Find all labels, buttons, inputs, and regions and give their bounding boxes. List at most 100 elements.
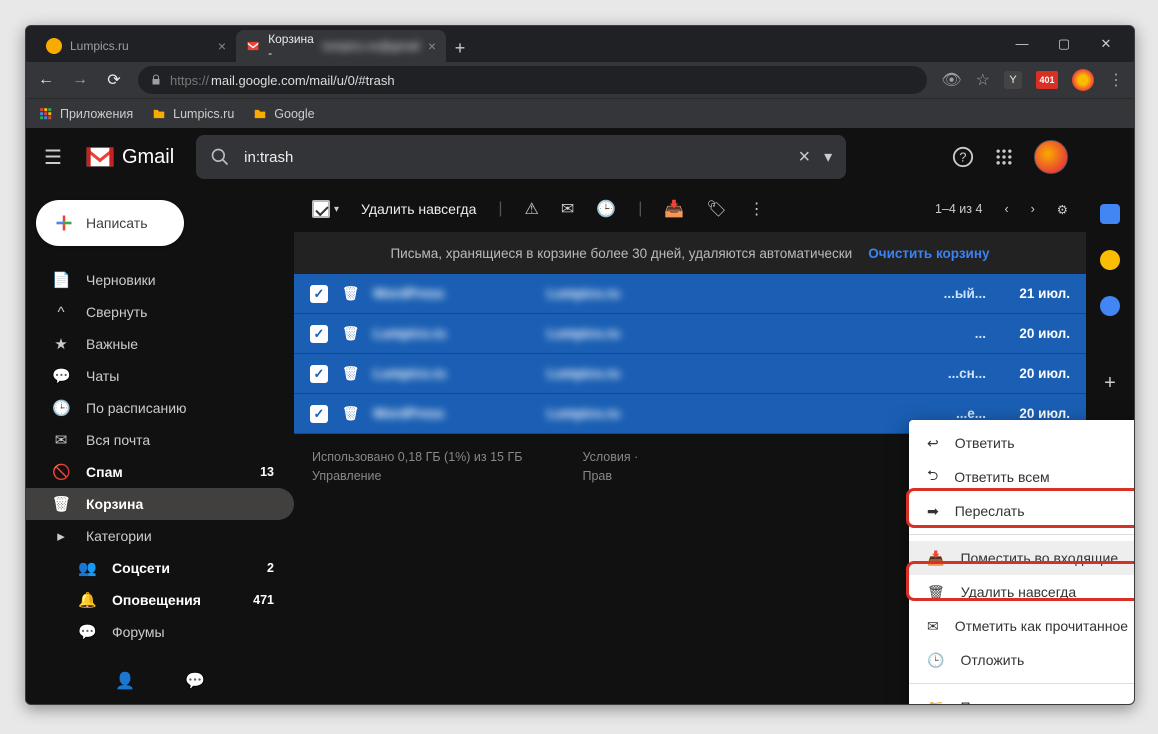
back-button[interactable]: ← (36, 71, 56, 89)
mail-row-1[interactable]: ✓🗑Lumpics.ruLumpics.ru...20 июл. (294, 314, 1086, 354)
account-avatar[interactable] (1034, 140, 1068, 174)
keep-addon-icon[interactable] (1100, 250, 1120, 270)
apps-grid-icon (38, 107, 54, 121)
gmail-ext-badge[interactable]: 401 (1036, 71, 1058, 89)
forward-button[interactable]: → (70, 71, 90, 89)
contacts-icon[interactable]: 👤 (115, 671, 135, 691)
help-icon[interactable]: ? (952, 146, 974, 168)
mail-row-2[interactable]: ✓🗑Lumpics.ruLumpics.ru...сн...20 июл. (294, 354, 1086, 394)
sidebar-item-10[interactable]: 🔔Оповещения471 (26, 584, 294, 616)
row-delete-icon[interactable]: 🗑 (342, 406, 359, 422)
ctx-move-to-inbox[interactable]: 📥Поместить во входящие (909, 541, 1135, 575)
hangouts-icon[interactable]: 💬 (185, 671, 205, 691)
reply-all-icon: ⮌ (927, 465, 938, 489)
prev-page-button[interactable]: ‹ (1004, 202, 1008, 216)
apps-button[interactable]: Приложения (38, 107, 133, 121)
manage-link[interactable]: Управление (312, 469, 382, 483)
sidebar-label: Важные (86, 336, 138, 352)
row-subject: Lumpics.ru (547, 286, 930, 301)
mail-row-0[interactable]: ✓🗑WordPressLumpics.ru...ый...21 июл. (294, 274, 1086, 314)
row-subject: Lumpics.ru (547, 366, 934, 381)
search-options-button[interactable]: ▾ (824, 147, 832, 167)
sidebar-label: Спам (86, 464, 123, 480)
move-to-icon[interactable]: 📥 (664, 199, 684, 219)
calendar-addon-icon[interactable] (1100, 204, 1120, 224)
row-checkbox[interactable]: ✓ (310, 405, 328, 423)
compose-button[interactable]: Написать (36, 200, 184, 246)
snooze-icon[interactable]: 🕒 (596, 199, 616, 219)
browser-tab-2[interactable]: Корзина - lumpics.xx@gmail × (236, 30, 446, 62)
sidebar-item-8[interactable]: ▸Категории (26, 520, 294, 552)
ext-y-icon[interactable]: Y (1004, 71, 1022, 89)
main-menu-button[interactable]: ☰ (44, 145, 62, 170)
close-icon[interactable]: × (428, 38, 436, 54)
people-icon: 👥 (78, 559, 96, 577)
next-page-button[interactable]: › (1031, 202, 1035, 216)
report-spam-icon[interactable]: ⚠ (525, 199, 539, 219)
row-delete-icon[interactable]: 🗑 (342, 286, 359, 302)
eye-icon[interactable]: 👁 (941, 70, 961, 90)
label-icon[interactable]: 🏷 (706, 199, 726, 219)
row-delete-icon[interactable]: 🗑 (342, 366, 359, 382)
sidebar-item-0[interactable]: 📄Черновики (26, 264, 294, 296)
bookmark-lumpics[interactable]: Lumpics.ru (151, 107, 234, 121)
select-all-checkbox[interactable]: ▾ (312, 200, 339, 218)
row-snippet: ... (975, 326, 986, 341)
maximize-button[interactable]: ▢ (1050, 36, 1078, 52)
sidebar-item-7[interactable]: 🗑Корзина (26, 488, 294, 520)
sidebar-item-3[interactable]: 💬Чаты (26, 360, 294, 392)
settings-gear-icon[interactable]: ⚙ (1057, 202, 1068, 217)
row-date: 21 июл. (1000, 286, 1070, 301)
apps-launcher-icon[interactable] (994, 147, 1014, 167)
sidebar-item-5[interactable]: ✉Вся почта (26, 424, 294, 456)
search-bar[interactable]: × ▾ (196, 135, 846, 179)
row-checkbox[interactable]: ✓ (310, 365, 328, 383)
row-delete-icon[interactable]: 🗑 (342, 326, 359, 342)
empty-trash-link[interactable]: Очистить корзину (868, 246, 989, 261)
ctx-snooze[interactable]: 🕒Отложить (909, 643, 1135, 677)
chev-up-icon: ^ (52, 304, 70, 321)
sidebar-item-4[interactable]: 🕒По расписанию (26, 392, 294, 424)
sidebar-item-9[interactable]: 👥Соцсети2 (26, 552, 294, 584)
bookmark-label: Lumpics.ru (173, 107, 234, 121)
ctx-delete-forever[interactable]: 🗑Удалить навсегда (909, 575, 1135, 609)
pager-text: 1–4 из 4 (935, 202, 982, 216)
search-input[interactable] (244, 149, 784, 166)
close-icon[interactable]: × (218, 38, 226, 54)
reload-button[interactable]: ⟳ (104, 70, 124, 90)
add-addon-button[interactable]: + (1104, 372, 1116, 395)
kebab-menu-button[interactable]: ⋮ (1108, 70, 1124, 90)
delete-forever-button[interactable]: Удалить навсегда (361, 201, 476, 217)
row-checkbox[interactable]: ✓ (310, 285, 328, 303)
row-checkbox[interactable]: ✓ (310, 325, 328, 343)
ctx-mark-read[interactable]: ✉Отметить как прочитанное (909, 609, 1135, 643)
close-window-button[interactable]: ✕ (1092, 36, 1120, 52)
terms-link[interactable]: Условия · (582, 450, 638, 464)
more-actions-icon[interactable]: ⋮ (749, 199, 765, 219)
ctx-move[interactable]: 📁Переместить▸ (909, 690, 1135, 705)
bookmark-google[interactable]: Google (252, 107, 314, 121)
new-tab-button[interactable]: + (446, 34, 474, 62)
bookmark-label: Google (274, 107, 314, 121)
star-icon[interactable]: ☆ (976, 70, 990, 90)
sidebar-item-6[interactable]: 🚫Спам13 (26, 456, 294, 488)
mark-read-icon[interactable]: ✉ (561, 199, 574, 219)
sidebar-item-1[interactable]: ^Свернуть (26, 296, 294, 328)
ctx-reply[interactable]: ↩Ответить (909, 426, 1135, 460)
sidebar-item-11[interactable]: 💬Форумы (26, 616, 294, 648)
address-bar[interactable]: https:// mail.google.com/mail/u/0/#trash (138, 66, 927, 94)
legal-link[interactable]: Прав (582, 469, 612, 483)
trash-icon: 🗑 (927, 584, 945, 601)
trash-notice: Письма, хранящиеся в корзине более 30 дн… (294, 232, 1086, 274)
ctx-reply-all[interactable]: ⮌Ответить всем (909, 460, 1135, 494)
minimize-button[interactable]: — (1008, 36, 1036, 52)
tasks-addon-icon[interactable] (1100, 296, 1120, 316)
sidebar-item-2[interactable]: ★Важные (26, 328, 294, 360)
browser-toolbar: ← → ⟳ https:// mail.google.com/mail/u/0/… (26, 62, 1134, 98)
profile-avatar[interactable] (1072, 69, 1094, 91)
row-sender: Lumpics.ru (373, 366, 533, 381)
gmail-logo[interactable]: Gmail (84, 145, 174, 169)
ctx-forward[interactable]: ➡Переслать (909, 494, 1135, 528)
browser-tab-1[interactable]: Lumpics.ru × (36, 30, 236, 62)
clear-search-button[interactable]: × (798, 146, 810, 169)
